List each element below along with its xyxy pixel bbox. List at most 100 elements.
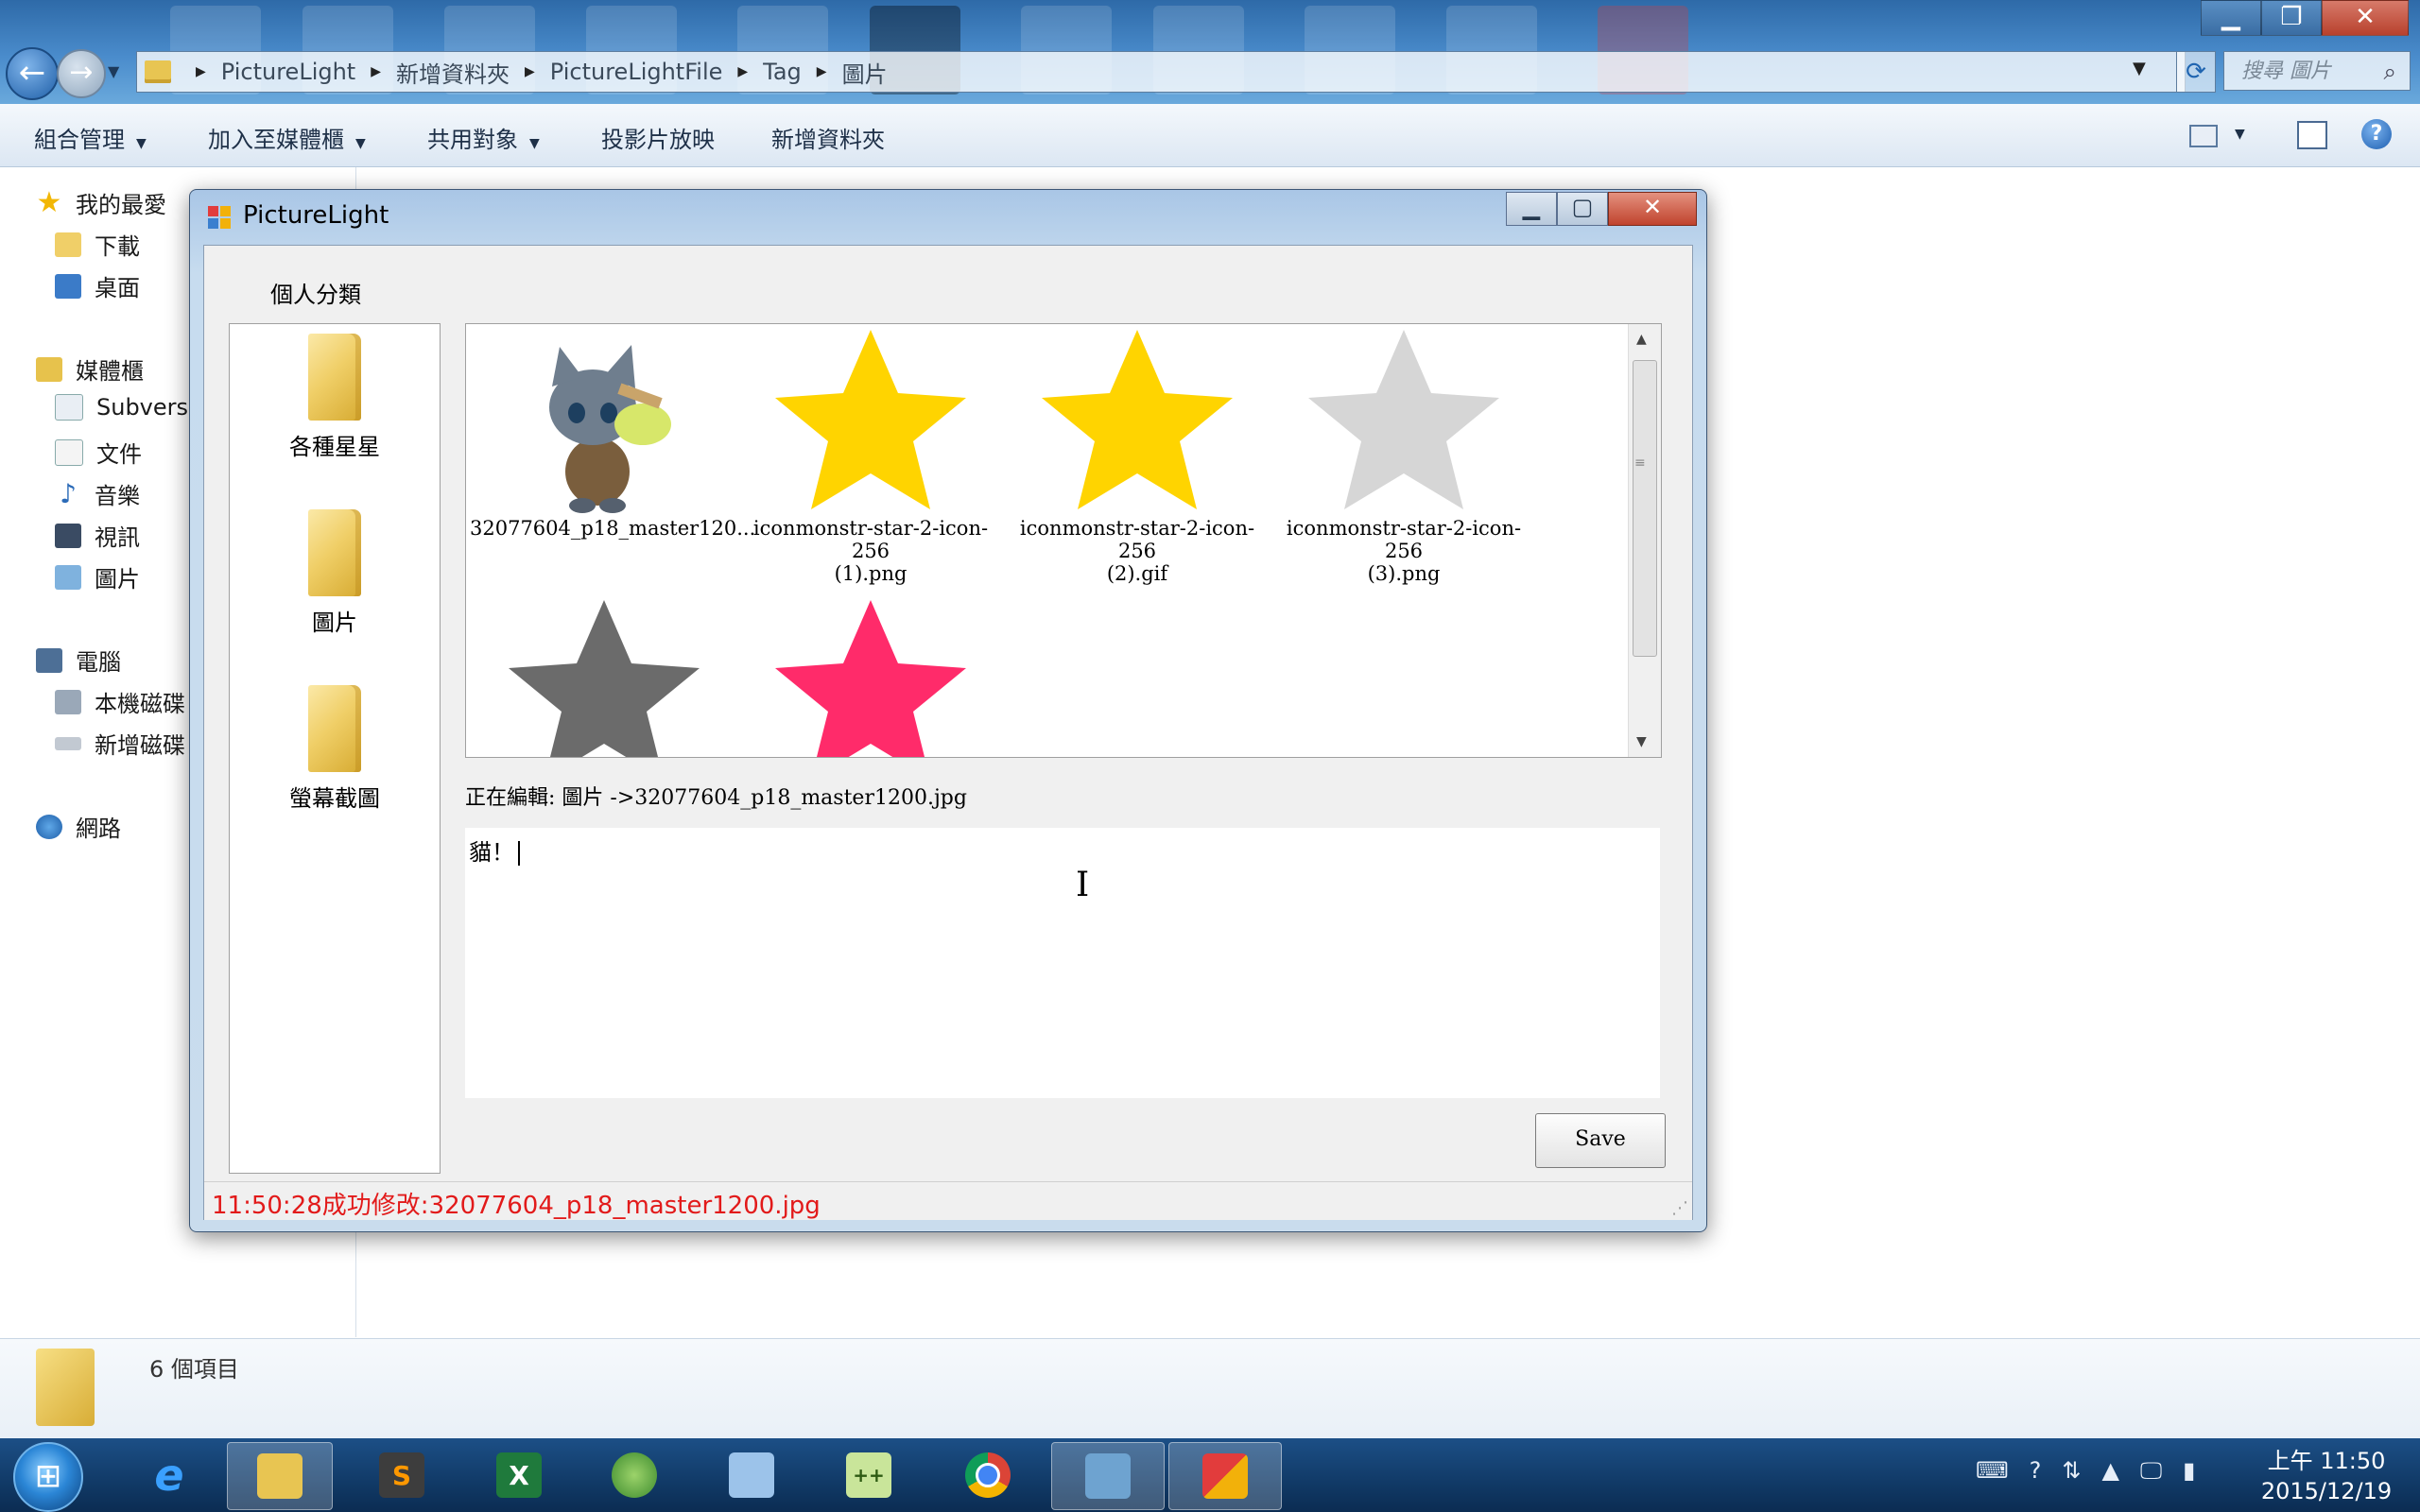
file-explorer-icon[interactable] — [227, 1442, 333, 1510]
show-hidden-icons-icon[interactable]: ▲ — [2102, 1457, 2119, 1484]
breadcrumb-item[interactable]: Tag — [763, 59, 802, 85]
thumbnail-item[interactable]: iconmonstr-star-2-icon-256 (1).png — [738, 330, 1003, 585]
refresh-icon[interactable]: ⟳ — [2176, 51, 2216, 93]
maximize-button[interactable]: ▢ — [1557, 192, 1608, 226]
notepad-icon[interactable] — [700, 1442, 804, 1508]
resize-grip-icon[interactable]: ⋰ — [1671, 1198, 1688, 1218]
excel-icon[interactable]: X — [467, 1442, 571, 1508]
minimize-button[interactable]: ▁ — [1506, 192, 1557, 226]
note-content: 貓！ — [469, 833, 520, 867]
chevron-down-icon[interactable]: ▼ — [2235, 127, 2245, 142]
chevron-right-icon[interactable]: ▶ — [737, 64, 748, 79]
thumbnail-item[interactable]: 32077604_p18_master120... — [470, 330, 756, 540]
nav-videos[interactable]: 視訊 — [55, 519, 140, 552]
nav-desktop[interactable]: 桌面 — [55, 269, 140, 302]
close-button[interactable]: ✕ — [1608, 192, 1697, 226]
thumbnail-caption-ext: (1).png — [834, 562, 908, 585]
picturelight-app-icon[interactable] — [1168, 1442, 1282, 1510]
restore-button[interactable]: ❐ — [2261, 0, 2322, 36]
scroll-up-icon[interactable]: ▲ — [1636, 332, 1647, 347]
change-view-icon[interactable] — [2189, 125, 2218, 147]
nav-local-disk[interactable]: 本機磁碟 — [55, 685, 185, 718]
breadcrumb-item[interactable]: 圖片 — [842, 56, 888, 89]
explorer-window-controls: ▁ ❐ ✕ — [2201, 0, 2409, 36]
share-with-menu[interactable]: 共用對象 ▼ — [427, 121, 540, 154]
new-folder-button[interactable]: 新增資料夾 — [771, 121, 885, 154]
star-icon — [509, 600, 700, 757]
folder-item-pictures[interactable]: 圖片 — [230, 509, 440, 637]
paint-icon[interactable] — [582, 1442, 686, 1508]
note-text: 貓！ — [469, 839, 514, 866]
thumbnail-item[interactable]: iconmonstr-star-2-icon-256 (3).png — [1271, 330, 1536, 585]
nav-network[interactable]: 網路 — [36, 810, 121, 843]
start-button[interactable]: ⊞ — [13, 1442, 83, 1512]
sublime-text-icon[interactable]: S — [350, 1442, 454, 1508]
thumbnail-item[interactable]: iconmonstr-star-2-icon-256 (2).gif — [1005, 330, 1270, 585]
nav-computer[interactable]: 電腦 — [36, 644, 121, 677]
star-icon — [775, 600, 966, 757]
chrome-icon[interactable] — [936, 1442, 1040, 1508]
preview-pane-icon[interactable] — [2297, 121, 2327, 149]
photo-viewer-icon[interactable] — [1051, 1442, 1165, 1510]
nav-favorites[interactable]: ★ 我的最愛 — [36, 186, 166, 219]
nav-subversion[interactable]: Subversi — [55, 394, 195, 421]
recent-pages-dropdown[interactable]: ▼ — [108, 62, 119, 80]
nav-label: Subversi — [96, 394, 195, 421]
nav-pictures[interactable]: 圖片 — [55, 560, 140, 593]
keyboard-icon[interactable]: ⌨ — [1976, 1457, 2009, 1484]
battery-icon[interactable]: ▮ — [2183, 1457, 2195, 1484]
nav-new-volume[interactable]: 新增磁碟 — [55, 727, 185, 760]
scroll-down-icon[interactable]: ▼ — [1636, 734, 1647, 749]
add-to-library-label: 加入至媒體櫃 — [208, 127, 344, 153]
help-tray-icon[interactable]: ? — [2030, 1457, 2042, 1484]
thumbnail-caption-ext: (2).gif — [1106, 562, 1168, 585]
folder-item-stars[interactable]: 各種星星 — [230, 334, 440, 461]
save-button[interactable]: Save — [1535, 1113, 1666, 1168]
address-bar[interactable]: ▶ PictureLight ▶ 新增資料夾 ▶ PictureLightFil… — [136, 51, 2186, 93]
add-to-library-menu[interactable]: 加入至媒體櫃 ▼ — [208, 121, 366, 154]
thumbnail-item[interactable] — [738, 600, 1003, 757]
thumbnail-item[interactable] — [472, 600, 736, 757]
thumbnail-caption: 32077604_p18_master120... — [470, 517, 756, 540]
thumbnail-caption: iconmonstr-star-2-icon-256 — [1286, 517, 1522, 562]
vertical-scrollbar[interactable]: ▲ ≡ ▼ — [1628, 324, 1661, 757]
close-button[interactable]: ✕ — [2322, 0, 2409, 36]
folder-item-screenshots[interactable]: 螢幕截圖 — [230, 685, 440, 813]
forward-button[interactable]: → — [57, 49, 106, 98]
address-dropdown-icon[interactable]: ▼ — [2133, 59, 2146, 78]
help-icon[interactable]: ? — [2361, 119, 2392, 149]
back-button[interactable]: ← — [6, 47, 59, 100]
internet-explorer-icon[interactable]: e — [117, 1442, 221, 1508]
breadcrumb-item[interactable]: PictureLightFile — [550, 59, 723, 85]
chevron-right-icon[interactable]: ▶ — [525, 64, 535, 79]
picturelight-window: PictureLight ▁ ▢ ✕ 個人分類 各種星星 圖片 螢幕截圖 320… — [189, 189, 1707, 1232]
tag-note-textarea[interactable]: 貓！ I — [465, 828, 1660, 1098]
tray-icon[interactable]: ⇅ — [2062, 1457, 2081, 1484]
clock[interactable]: 上午 11:50 2015/12/19 — [2246, 1446, 2407, 1506]
chevron-right-icon[interactable]: ▶ — [371, 64, 381, 79]
search-input[interactable]: 搜尋 圖片 ⌕ — [2223, 51, 2411, 91]
minimize-button[interactable]: ▁ — [2201, 0, 2261, 36]
explorer-titlebar: ▁ ❐ ✕ ← → ▼ ▶ PictureLight ▶ 新增資料夾 ▶ Pic… — [0, 0, 2420, 104]
nav-downloads[interactable]: 下載 — [55, 228, 140, 261]
breadcrumb-item[interactable]: PictureLight — [221, 59, 355, 85]
network-tray-icon[interactable]: 🖵 — [2140, 1457, 2162, 1484]
chevron-right-icon[interactable]: ▶ — [817, 64, 827, 79]
folder-name: 螢幕截圖 — [289, 785, 380, 812]
breadcrumb-item[interactable]: 新增資料夾 — [396, 56, 510, 89]
nav-documents[interactable]: 文件 — [55, 436, 142, 469]
chevron-right-icon[interactable]: ▶ — [196, 64, 206, 79]
nav-libraries[interactable]: 媒體櫃 — [36, 352, 144, 386]
nav-label: 視訊 — [95, 524, 140, 551]
nav-music[interactable]: ♪ 音樂 — [55, 477, 140, 510]
thumbnail-caption-ext: (3).png — [1367, 562, 1441, 585]
network-icon — [36, 814, 62, 839]
app-titlebar[interactable]: PictureLight ▁ ▢ ✕ — [190, 190, 1706, 243]
notepad-plus-plus-icon[interactable]: ++ — [817, 1442, 921, 1508]
nav-label: 文件 — [96, 441, 142, 468]
scrollbar-thumb[interactable] — [1633, 360, 1657, 657]
app-window-controls: ▁ ▢ ✕ — [1506, 192, 1697, 226]
search-icon[interactable]: ⌕ — [2384, 52, 2396, 92]
slideshow-button[interactable]: 投影片放映 — [601, 121, 715, 154]
organize-menu[interactable]: 組合管理 ▼ — [34, 121, 147, 154]
